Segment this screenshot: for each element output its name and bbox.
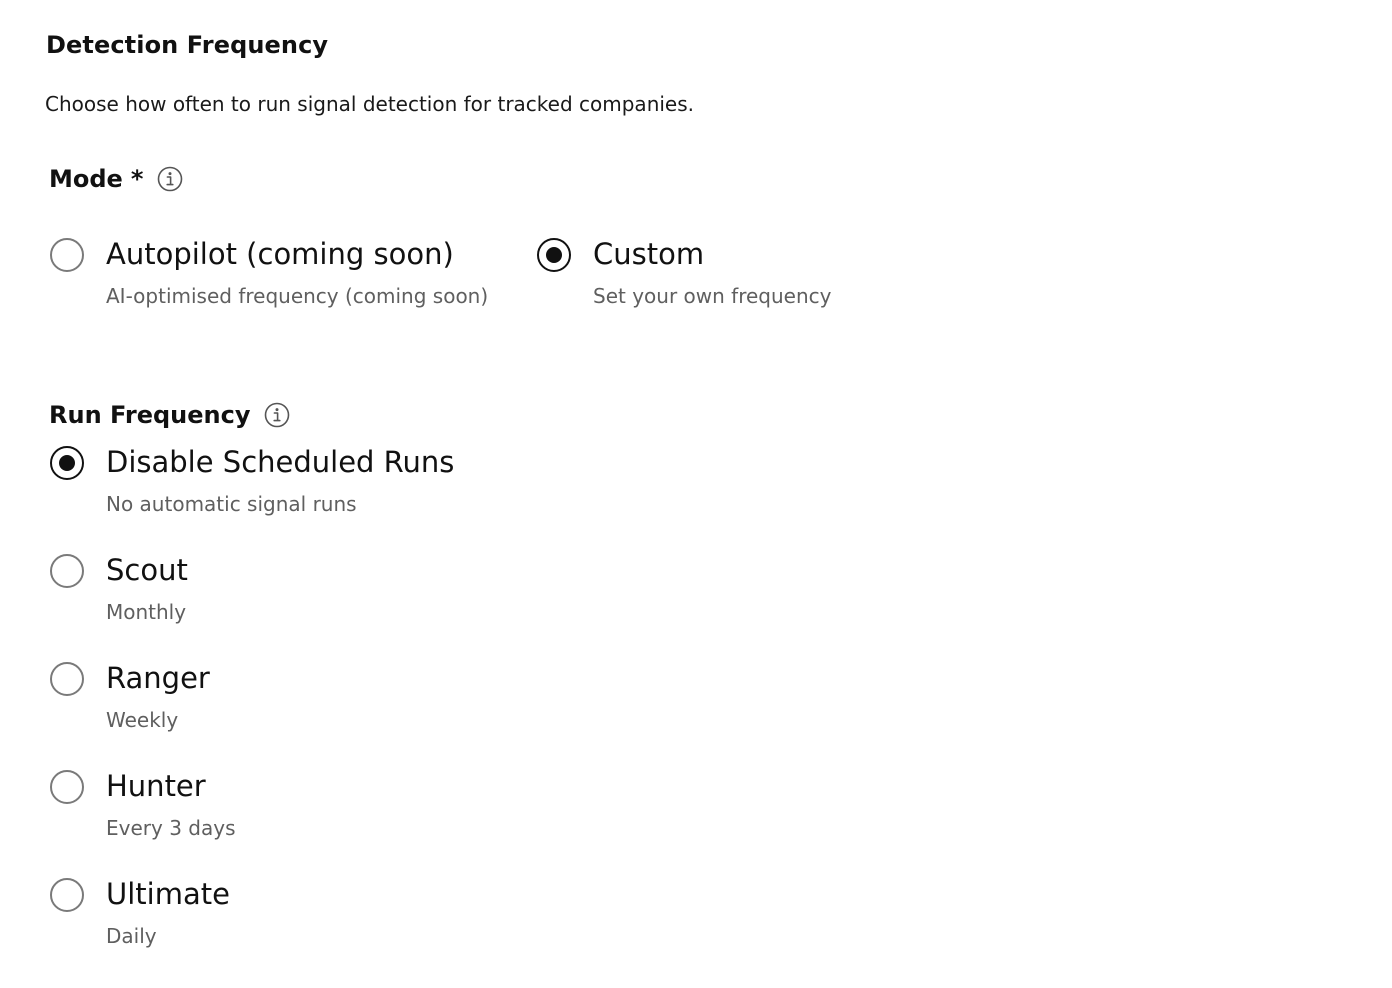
option-label: Ultimate <box>106 877 230 911</box>
radio-autopilot[interactable] <box>50 238 84 272</box>
option-label: Scout <box>106 553 188 587</box>
radio-ranger[interactable] <box>50 662 84 696</box>
option-sublabel: Set your own frequency <box>593 284 832 308</box>
option-label: Ranger <box>106 661 210 695</box>
run-frequency-label-text: Run Frequency <box>49 401 251 429</box>
option-sublabel: Daily <box>106 924 157 948</box>
mode-label: Mode * <box>49 164 183 194</box>
section-title: Detection Frequency <box>46 31 329 59</box>
option-sublabel: Weekly <box>106 708 179 732</box>
option-label: Custom <box>593 237 705 271</box>
section-description: Choose how often to run signal detection… <box>45 92 695 116</box>
radio-ultimate[interactable] <box>50 878 84 912</box>
run-frequency-label: Run Frequency <box>49 400 290 430</box>
radio-disable[interactable] <box>50 446 84 480</box>
info-icon[interactable] <box>264 402 290 428</box>
option-label: Hunter <box>106 769 206 803</box>
required-marker: * <box>130 165 144 193</box>
option-sublabel: No automatic signal runs <box>106 492 357 516</box>
mode-label-text: Mode <box>49 165 123 193</box>
option-sublabel: Monthly <box>106 600 187 624</box>
option-label: Autopilot (coming soon) <box>106 237 454 271</box>
option-sublabel: AI-optimised frequency (coming soon) <box>106 284 489 308</box>
radio-hunter[interactable] <box>50 770 84 804</box>
info-icon[interactable] <box>157 166 183 192</box>
radio-scout[interactable] <box>50 554 84 588</box>
radio-custom[interactable] <box>537 238 571 272</box>
option-label: Disable Scheduled Runs <box>106 445 455 479</box>
option-sublabel: Every 3 days <box>106 816 236 840</box>
